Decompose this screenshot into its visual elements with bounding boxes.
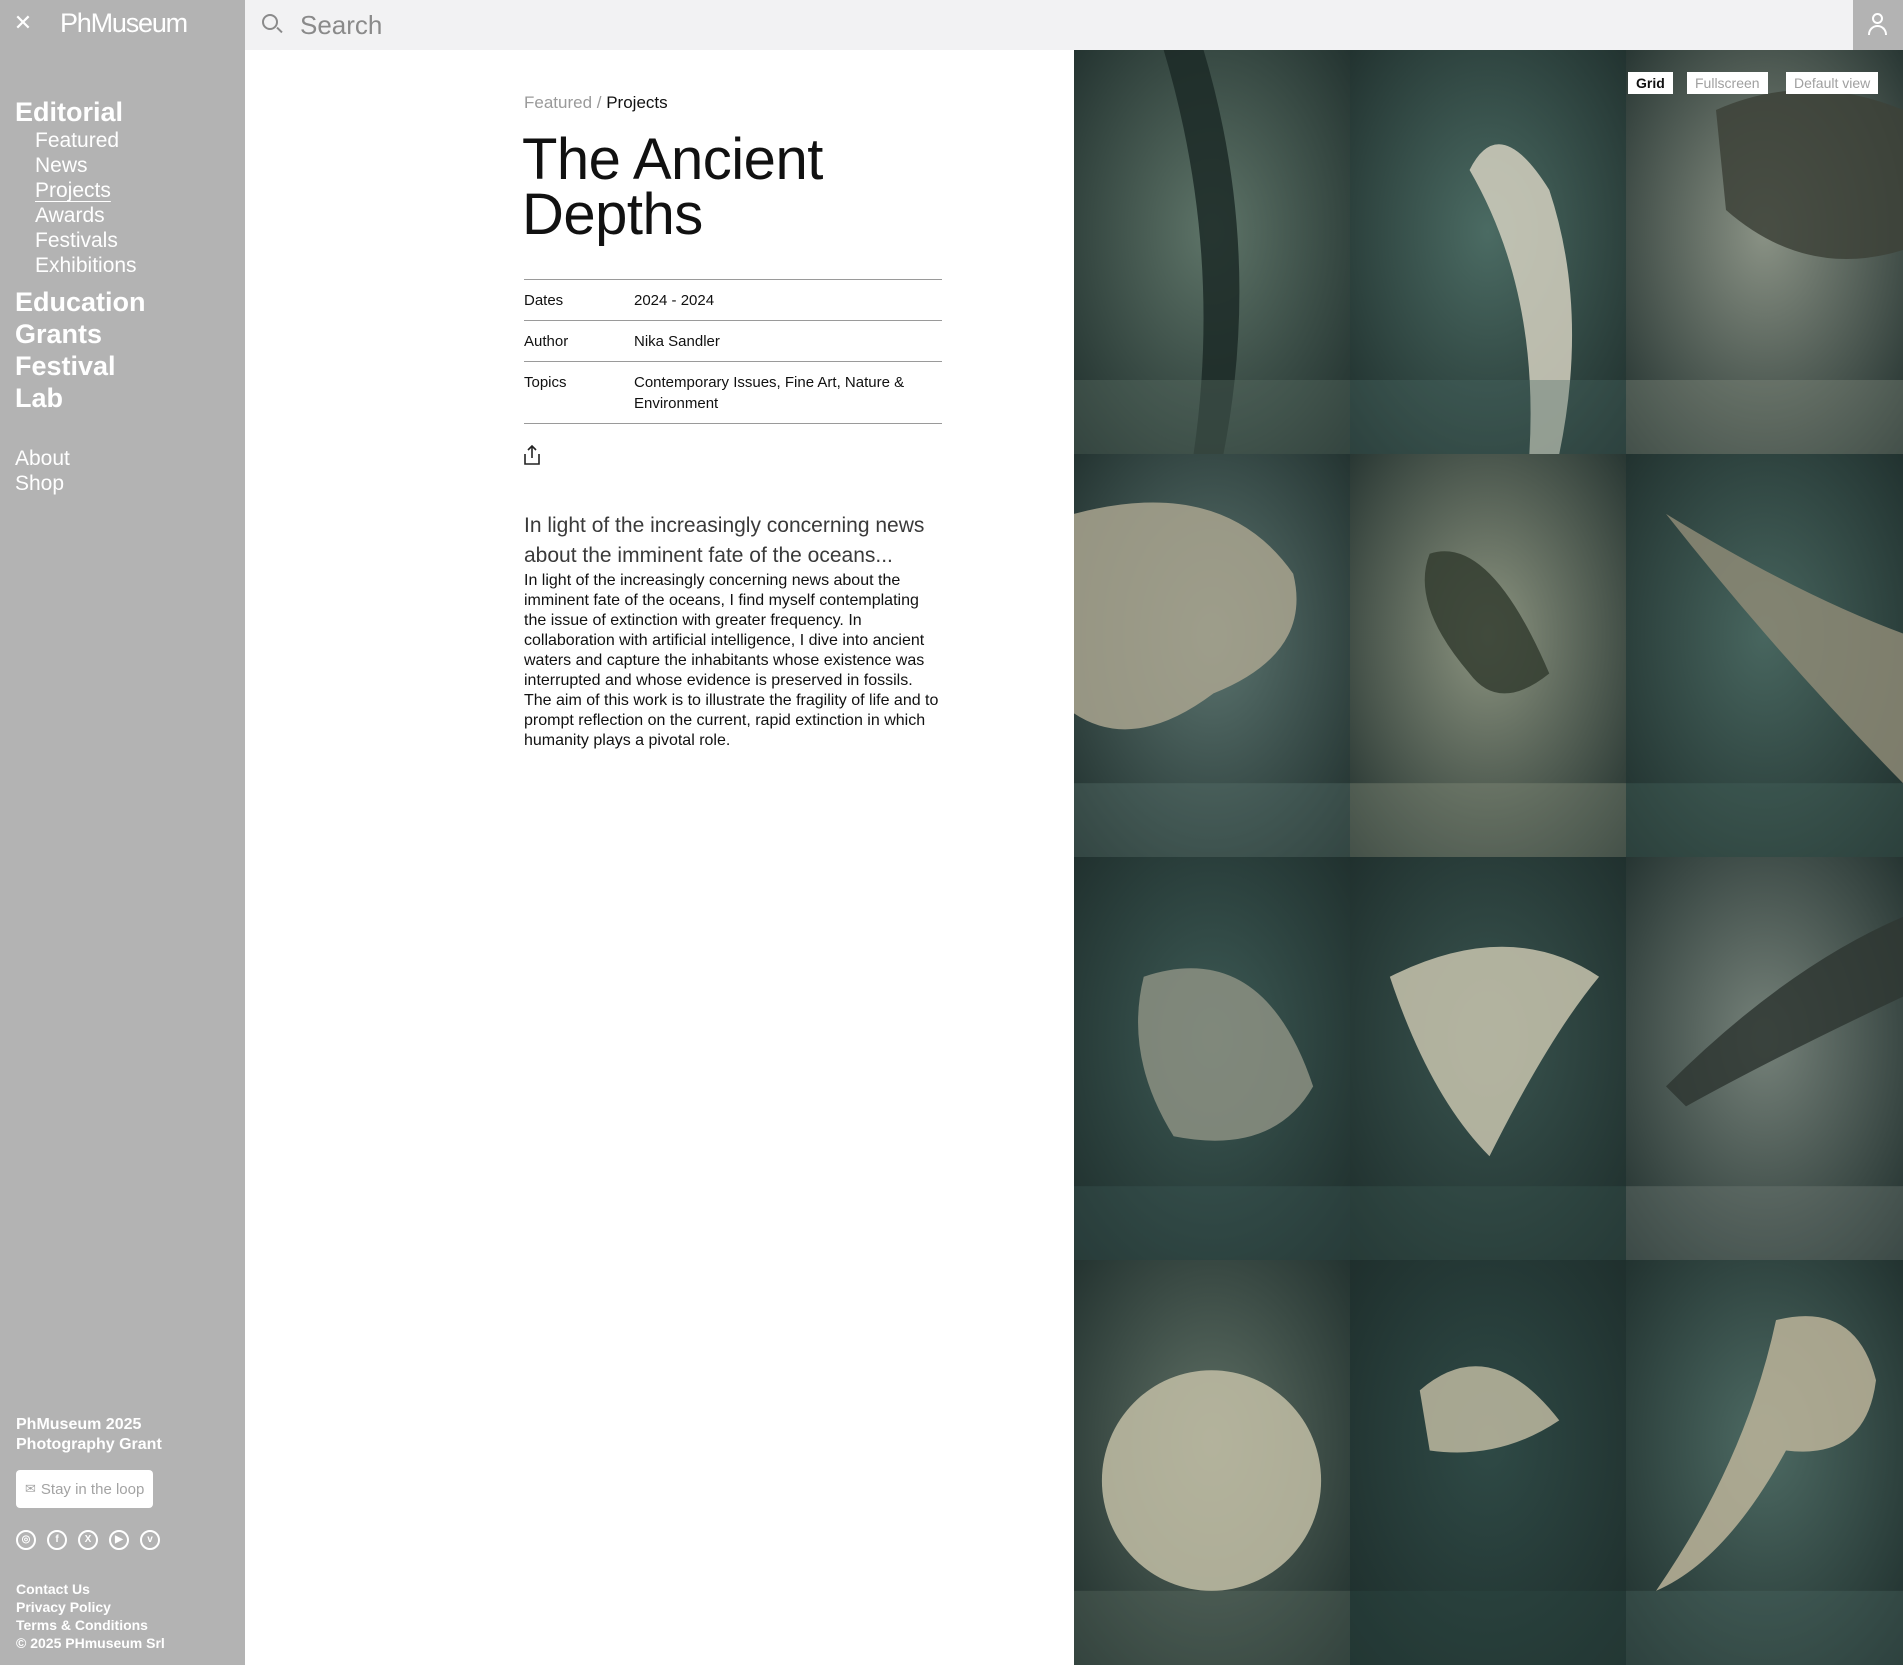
jellyfish-photo[interactable]	[1350, 1260, 1626, 1665]
close-menu-icon[interactable]: ✕	[12, 12, 34, 36]
breadcrumb-separator: /	[592, 93, 607, 112]
search-bar	[245, 0, 1853, 50]
account-button[interactable]	[1853, 0, 1903, 50]
nav-festivals[interactable]: Festivals	[35, 228, 146, 253]
nav-featured[interactable]: Featured	[35, 128, 146, 153]
meta-row-author: Author Nika Sandler	[524, 321, 942, 362]
promo-line-2: Photography Grant	[16, 1436, 162, 1453]
phmuseum-logo[interactable]: PhMuseum	[60, 8, 188, 39]
share-icon[interactable]	[522, 444, 542, 466]
default-view-button[interactable]: Default view	[1786, 72, 1879, 94]
ammonite-photo[interactable]	[1074, 1260, 1350, 1665]
search-input[interactable]	[300, 6, 1800, 44]
footer-links: Contact Us Privacy Policy Terms & Condit…	[16, 1580, 165, 1652]
promo-line-1: PhMuseum 2025	[16, 1416, 142, 1433]
loop-button-label: Stay in the loop	[40, 1480, 145, 1498]
ichthyosaur-photo[interactable]	[1626, 454, 1903, 857]
nav-awards[interactable]: Awards	[35, 203, 146, 228]
turtle-photo[interactable]	[1074, 454, 1350, 857]
user-icon	[1872, 13, 1883, 24]
primary-nav: Editorial Featured News Projects Awards …	[15, 96, 146, 414]
copyright: © 2025 PHmuseum Srl	[16, 1635, 165, 1651]
user-icon-body	[1868, 25, 1887, 35]
sidebar: ✕ PhMuseum Editorial Featured News Proje…	[0, 0, 245, 1665]
nav-education[interactable]: Education	[15, 286, 146, 318]
vimeo-icon[interactable]: v	[140, 1530, 160, 1550]
terms-link[interactable]: Terms & Conditions	[16, 1616, 165, 1634]
meta-row-topics: Topics Contemporary Issues, Fine Art, Na…	[524, 362, 942, 424]
article-lead: In light of the increasingly concerning …	[524, 514, 925, 567]
trilobite-photo[interactable]	[1074, 857, 1350, 1260]
social-links: ◎ f X ▶ v	[16, 1530, 160, 1550]
stay-in-the-loop-button[interactable]: ✉ Stay in the loop	[16, 1470, 154, 1508]
nav-projects[interactable]: Projects	[35, 178, 146, 203]
breadcrumb: Featured / Projects	[524, 93, 668, 113]
topics-label: Topics	[524, 374, 567, 391]
nav-grants[interactable]: Grants	[15, 318, 146, 350]
title-line-2: Depths	[522, 182, 703, 247]
article-body: In light of the increasingly concerning …	[524, 572, 939, 749]
breadcrumb-projects[interactable]: Projects	[606, 93, 667, 112]
dates-value: 2024 - 2024	[634, 292, 715, 309]
meta-row-dates: Dates 2024 - 2024	[524, 280, 942, 321]
facebook-icon[interactable]: f	[47, 1530, 67, 1550]
photo-gallery	[1074, 50, 1903, 1665]
topics-value[interactable]: Contemporary Issues, Fine Art, Nature & …	[634, 372, 934, 414]
dates-label: Dates	[524, 292, 564, 309]
author-value[interactable]: Nika Sandler	[634, 331, 934, 352]
secondary-nav: About Shop	[15, 446, 70, 496]
shrimp-photo[interactable]	[1350, 50, 1626, 454]
envelope-icon: ✉	[25, 1481, 36, 1496]
search-icon[interactable]	[262, 14, 278, 30]
youtube-icon[interactable]: ▶	[109, 1530, 129, 1550]
fullscreen-view-button[interactable]: Fullscreen	[1687, 72, 1768, 94]
privacy-policy-link[interactable]: Privacy Policy	[16, 1598, 165, 1616]
nav-editorial[interactable]: Editorial	[15, 96, 146, 128]
octopus-photo[interactable]	[1626, 1260, 1903, 1665]
nav-lab[interactable]: Lab	[15, 382, 146, 414]
page-title: The Ancient Depths	[522, 131, 942, 244]
fossil-leaf-photo[interactable]	[1074, 50, 1350, 454]
nav-festival[interactable]: Festival	[15, 350, 146, 382]
contact-us-link[interactable]: Contact Us	[16, 1580, 165, 1598]
project-meta-table: Dates 2024 - 2024 Author Nika Sandler To…	[524, 279, 942, 424]
grant-promo[interactable]: PhMuseum 2025 Photography Grant	[16, 1415, 216, 1455]
x-icon[interactable]: X	[78, 1530, 98, 1550]
instagram-icon[interactable]: ◎	[16, 1530, 36, 1550]
crocodile-fossil-photo[interactable]	[1626, 857, 1903, 1260]
nav-news[interactable]: News	[35, 153, 146, 178]
breadcrumb-featured[interactable]: Featured	[524, 93, 592, 112]
nav-exhibitions[interactable]: Exhibitions	[35, 253, 146, 278]
author-label: Author	[524, 333, 569, 350]
fish-face-photo[interactable]	[1626, 50, 1903, 454]
editorial-subnav: Featured News Projects Awards Festivals …	[15, 128, 146, 278]
nav-about[interactable]: About	[15, 446, 70, 471]
nav-shop[interactable]: Shop	[15, 471, 70, 496]
grid-view-button[interactable]: Grid	[1628, 72, 1673, 94]
sea-creature-photo[interactable]	[1350, 857, 1626, 1260]
crayfish-photo[interactable]	[1350, 454, 1626, 857]
